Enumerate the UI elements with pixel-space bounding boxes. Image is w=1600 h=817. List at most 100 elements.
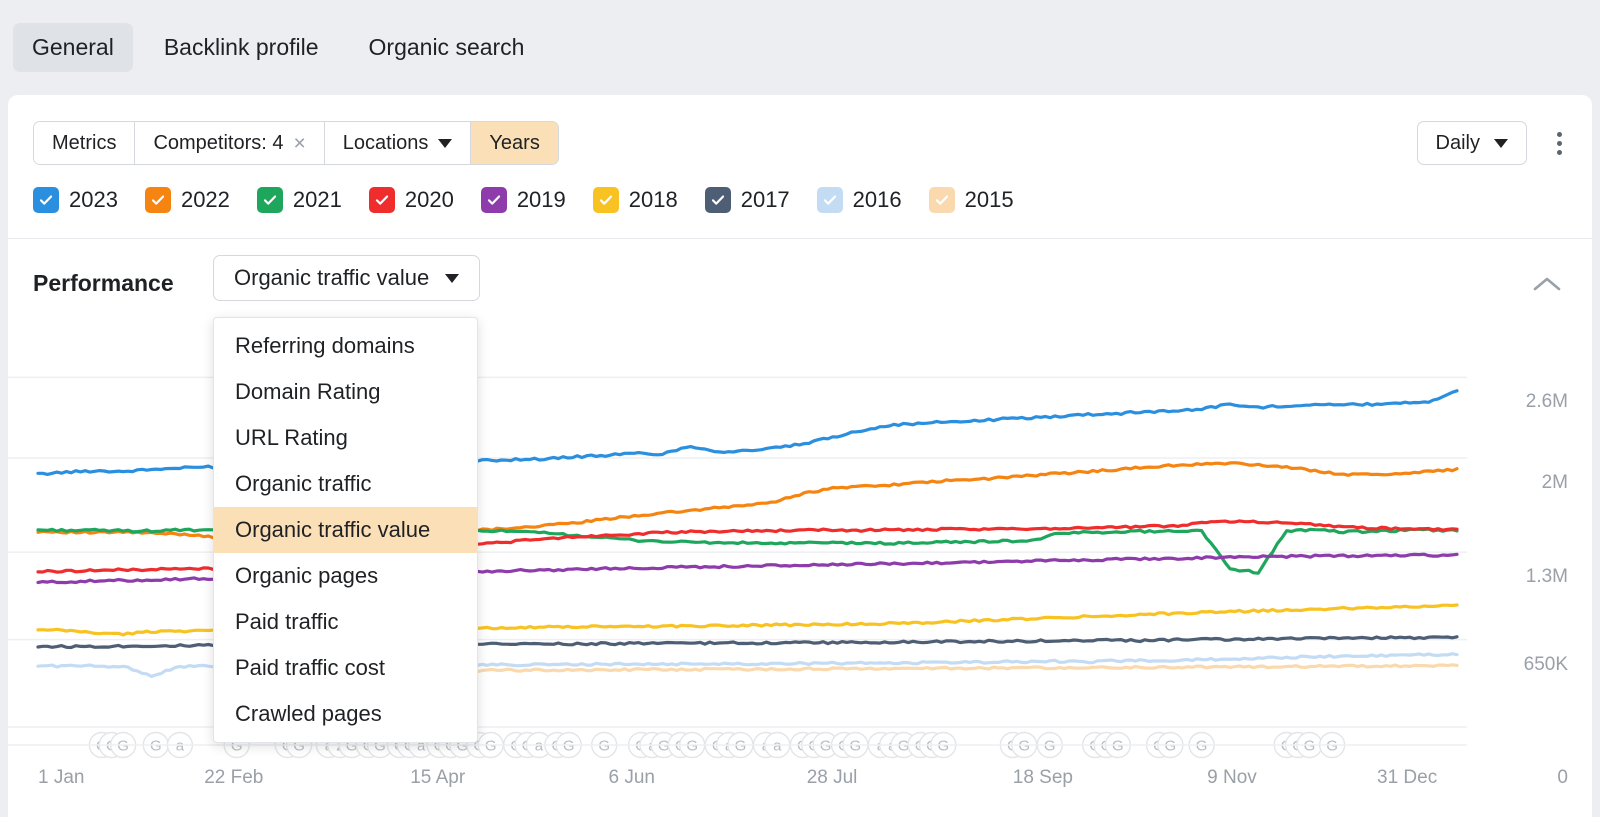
y-axis-tick-label: 2M	[1541, 472, 1568, 494]
svg-text:G: G	[1044, 738, 1056, 755]
check-icon	[928, 187, 955, 213]
year-checkbox-2022[interactable]: 2022	[144, 187, 230, 213]
x-axis-tick-label: 22 Feb	[204, 767, 264, 788]
performance-header: Performance Organic traffic value	[8, 255, 1592, 315]
svg-text:G: G	[485, 738, 497, 755]
metric-select[interactable]: Organic traffic value	[213, 255, 481, 301]
check-icon	[480, 187, 507, 213]
chevron-down-icon	[438, 138, 453, 148]
year-label: 2019	[516, 187, 566, 212]
competitors-label: Competitors: 4	[153, 131, 284, 154]
tab-strip: General Backlink profile Organic search	[0, 0, 1600, 95]
year-checkbox-2020[interactable]: 2020	[368, 187, 454, 213]
x-axis-tick-label: 15 Apr	[410, 767, 466, 788]
filter-toolbar: Metrics Competitors: 4 × Locations Years…	[8, 95, 1592, 184]
year-checkbox-2019[interactable]: 2019	[480, 187, 566, 213]
chevron-down-icon	[445, 273, 460, 283]
metric-dropdown-menu: Referring domains Domain Rating URL Rating…	[213, 317, 478, 743]
year-label: 2022	[180, 187, 230, 212]
toolbar-divider	[8, 238, 1592, 239]
toolbar-right-controls: Daily	[1416, 121, 1570, 165]
years-button[interactable]: Years	[471, 122, 558, 164]
menu-item-paid-traffic-cost[interactable]: Paid traffic cost	[214, 645, 477, 691]
menu-item-organic-traffic[interactable]: Organic traffic	[214, 461, 477, 507]
year-label: 2023	[69, 187, 118, 212]
check-icon	[33, 187, 59, 213]
locations-label: Locations	[342, 131, 429, 154]
menu-item-referring-domains[interactable]: Referring domains	[214, 323, 477, 369]
check-icon	[704, 187, 731, 213]
y-axis-zero-label: 0	[1557, 767, 1568, 788]
filter-button-group: Metrics Competitors: 4 × Locations Years	[33, 121, 559, 165]
chevron-up-icon[interactable]	[1530, 267, 1564, 301]
more-vertical-icon[interactable]	[1549, 126, 1570, 161]
x-axis-tick-label: 1 Jan	[38, 767, 85, 788]
chevron-down-icon	[1494, 138, 1508, 148]
x-axis-tick-label: 6 Jun	[608, 767, 655, 788]
menu-item-organic-pages[interactable]: Organic pages	[214, 553, 477, 599]
year-checkbox-2016[interactable]: 2016	[816, 187, 902, 213]
year-label: 2017	[740, 187, 790, 212]
check-icon	[144, 187, 171, 213]
year-checkbox-2017[interactable]: 2017	[704, 187, 790, 213]
svg-text:G: G	[850, 738, 862, 755]
page-title: Performance	[33, 270, 174, 296]
year-label: 2021	[292, 187, 342, 212]
check-icon	[368, 187, 395, 213]
x-axis-tick-label: 31 Dec	[1377, 767, 1438, 788]
content-card: Metrics Competitors: 4 × Locations Years…	[8, 95, 1592, 817]
tab-backlink-profile[interactable]: Backlink profile	[145, 23, 338, 72]
year-checkbox-2018[interactable]: 2018	[592, 187, 678, 213]
svg-text:G: G	[1196, 738, 1208, 755]
svg-text:G: G	[1112, 738, 1124, 755]
svg-text:G: G	[563, 738, 575, 755]
close-icon[interactable]: ×	[294, 133, 306, 154]
competitors-button[interactable]: Competitors: 4 ×	[135, 122, 325, 164]
svg-text:G: G	[1326, 738, 1338, 755]
tab-general[interactable]: General	[13, 23, 133, 72]
svg-text:G: G	[1165, 738, 1177, 755]
year-label: 2015	[964, 187, 1014, 212]
x-axis-tick-label: 18 Sep	[1012, 767, 1073, 788]
svg-text:G: G	[1304, 738, 1316, 755]
menu-item-paid-traffic[interactable]: Paid traffic	[214, 599, 477, 645]
svg-text:G: G	[686, 738, 698, 755]
metrics-label: Metrics	[52, 131, 117, 154]
svg-text:a: a	[176, 738, 185, 755]
y-axis-tick-label: 1.3M	[1525, 566, 1568, 588]
check-icon	[816, 187, 843, 213]
x-axis-tick-label: 28 Jul	[806, 767, 858, 788]
year-label: 2020	[404, 187, 454, 212]
svg-text:G: G	[117, 738, 129, 755]
year-checkbox-2023[interactable]: 2023	[33, 187, 118, 213]
svg-text:G: G	[150, 738, 162, 755]
svg-text:a: a	[773, 738, 782, 755]
year-legend: 2023 2022 2021 2020 2019 2018 2017 2016 2015	[33, 187, 1041, 213]
menu-item-organic-traffic-value[interactable]: Organic traffic value	[214, 507, 477, 553]
metric-select-value: Organic traffic value	[234, 265, 430, 290]
years-label: Years	[489, 131, 540, 154]
svg-text:G: G	[937, 738, 949, 755]
y-axis-tick-label: 650K	[1523, 653, 1568, 675]
svg-text:a: a	[535, 738, 544, 755]
menu-item-domain-rating[interactable]: Domain Rating	[214, 369, 477, 415]
svg-text:G: G	[820, 738, 832, 755]
year-checkbox-2021[interactable]: 2021	[256, 187, 342, 213]
check-icon	[592, 187, 619, 213]
granularity-label: Daily	[1435, 131, 1480, 154]
menu-item-crawled-pages[interactable]: Crawled pages	[214, 691, 477, 737]
year-label: 2016	[852, 187, 902, 212]
check-icon	[256, 187, 283, 213]
y-axis-tick-label: 2.6M	[1525, 391, 1568, 413]
year-label: 2018	[628, 187, 678, 212]
x-axis-tick-label: 9 Nov	[1207, 767, 1257, 788]
svg-text:G: G	[598, 738, 610, 755]
year-checkbox-2015[interactable]: 2015	[928, 187, 1014, 213]
locations-button[interactable]: Locations	[324, 122, 472, 164]
metrics-button[interactable]: Metrics	[34, 122, 136, 164]
granularity-dropdown[interactable]: Daily	[1416, 121, 1527, 165]
svg-text:G: G	[735, 738, 747, 755]
svg-text:G: G	[1018, 738, 1030, 755]
menu-item-url-rating[interactable]: URL Rating	[214, 415, 477, 461]
tab-organic-search[interactable]: Organic search	[350, 23, 544, 72]
